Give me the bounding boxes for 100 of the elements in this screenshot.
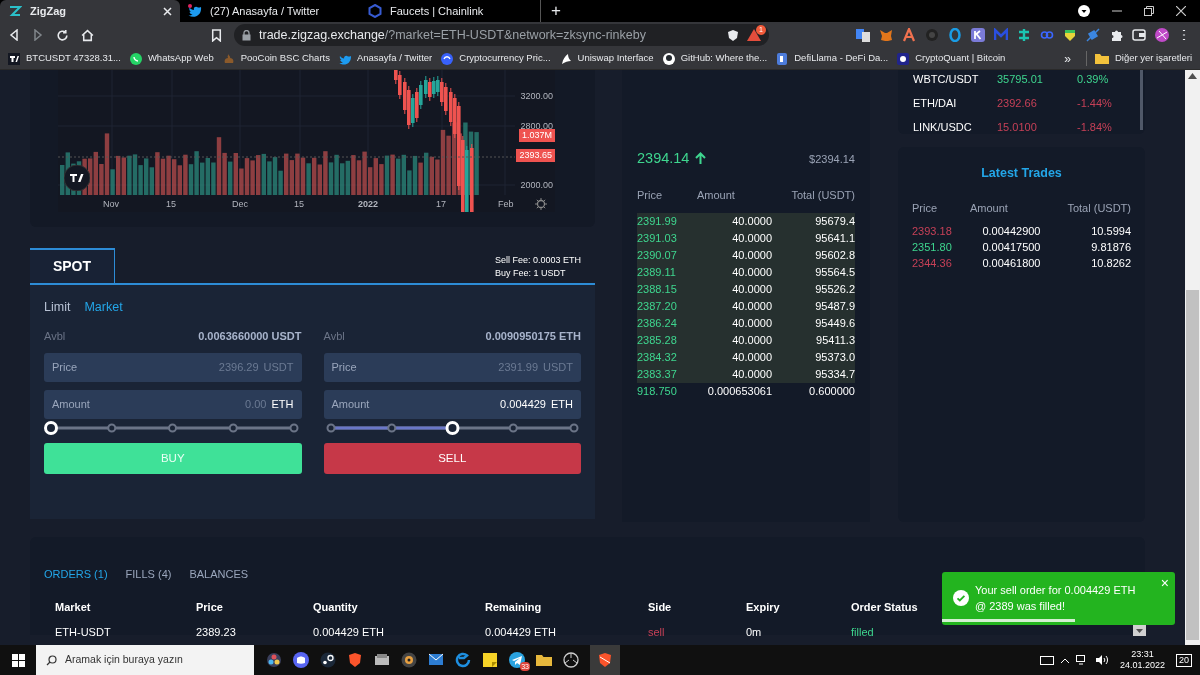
sell-button[interactable]: SELL bbox=[323, 443, 581, 474]
input-field[interactable]: Amount 0.00 ETH bbox=[44, 390, 302, 419]
clock-date[interactable]: 24.01.2022 bbox=[1119, 660, 1165, 671]
market-change: -1.84% bbox=[1077, 119, 1113, 135]
bookmark-link[interactable]: Uniswap Interface bbox=[559, 51, 654, 66]
puzzle-icon[interactable] bbox=[1109, 28, 1123, 42]
total-cell-text: 95487.9 bbox=[814, 299, 855, 314]
steam-logo-icon[interactable] bbox=[320, 652, 336, 668]
orders-tab[interactable]: FILLS (4) bbox=[125, 566, 172, 583]
chart-logo-icon bbox=[8, 52, 20, 65]
price-cell-text: 2393.18 bbox=[912, 224, 953, 240]
restore-icon[interactable] bbox=[1144, 6, 1154, 16]
bookmark-link[interactable]: CryptoQuant | Bitcoin bbox=[897, 51, 1006, 66]
profile-avatar-icon[interactable] bbox=[1155, 28, 1169, 42]
close-window-icon[interactable] bbox=[1176, 6, 1186, 16]
reload-icon[interactable] bbox=[56, 28, 69, 42]
disc-icon[interactable] bbox=[401, 652, 417, 668]
bookmark-link[interactable]: PooCoin BSC Charts bbox=[222, 51, 330, 66]
browser-edge-icon[interactable] bbox=[455, 652, 471, 668]
axis-label: 2000.00 bbox=[520, 179, 553, 192]
bookmark-link[interactable]: GitHub: Where the... bbox=[662, 51, 768, 66]
bookmark-link[interactable]: WhatsApp Web bbox=[129, 51, 214, 66]
bookmark-folder[interactable]: Diğer yer işaretleri bbox=[1085, 51, 1192, 66]
bookmark-link[interactable]: DefiLlama - DeFi Da... bbox=[776, 51, 889, 66]
last-price: 2394.14 bbox=[637, 149, 690, 168]
k-logo-icon[interactable] bbox=[971, 28, 985, 42]
total-cell-text: 10.8262 bbox=[1090, 256, 1131, 272]
last-price-usd: $2394.14 bbox=[809, 151, 855, 167]
wallet-icon[interactable] bbox=[1132, 28, 1146, 42]
amount-cell-text: 0.00417500 bbox=[981, 240, 1042, 256]
fox-icon[interactable] bbox=[879, 28, 893, 42]
speaker-icon[interactable] bbox=[1095, 655, 1109, 665]
notification-button[interactable]: 20 bbox=[1176, 653, 1192, 667]
bookmark-icon[interactable] bbox=[211, 28, 222, 42]
home-icon[interactable] bbox=[81, 28, 94, 42]
browser-tab[interactable]: ZigZag bbox=[0, 0, 180, 22]
table-cell-text: 2389.23 bbox=[196, 625, 237, 640]
taskbar-search-field[interactable]: Aramak için buraya yazın bbox=[36, 645, 254, 675]
three-dots-logo-icon[interactable] bbox=[266, 652, 282, 668]
price-cell-text: 2344.36 bbox=[912, 256, 953, 272]
more-bookmarks-button[interactable]: » bbox=[1064, 49, 1071, 68]
market-pair[interactable]: WBTC/USDT bbox=[913, 70, 997, 88]
input-field[interactable]: Price 2391.99 USDT bbox=[323, 353, 581, 382]
column-header: Expiry bbox=[746, 599, 781, 615]
keyboard-icon[interactable] bbox=[1039, 655, 1054, 665]
sticky-note-icon[interactable] bbox=[482, 652, 498, 668]
dropdown-icon[interactable] bbox=[1078, 5, 1090, 17]
tradingview-logo-icon[interactable] bbox=[64, 165, 90, 191]
chain-icon[interactable] bbox=[1040, 28, 1054, 42]
price-cell-text: 918.750 bbox=[637, 384, 678, 399]
scrollbar-thumb[interactable] bbox=[1186, 290, 1199, 640]
input-field[interactable]: Price 2396.29 USDT bbox=[44, 353, 302, 382]
settings-icon[interactable] bbox=[535, 198, 547, 210]
scroll-up-icon[interactable] bbox=[1188, 73, 1197, 79]
dollar-icon[interactable] bbox=[1017, 28, 1031, 42]
column-header: Order Status bbox=[851, 599, 919, 615]
hexagon-icon bbox=[368, 4, 382, 18]
total-cell-text: 95334.7 bbox=[814, 367, 855, 382]
a-shape-icon[interactable] bbox=[902, 28, 916, 42]
amount-cell-text: 0.00442900 bbox=[981, 224, 1042, 240]
folder-icon[interactable] bbox=[536, 652, 552, 668]
windows-logo-icon[interactable] bbox=[12, 653, 25, 667]
order-type-tab[interactable]: Limit bbox=[44, 297, 71, 317]
bookmark-link[interactable]: BTCUSDT 47328.31... bbox=[8, 51, 121, 66]
amount-cell-text: 0.00461800 bbox=[981, 256, 1042, 272]
slider[interactable] bbox=[44, 421, 301, 435]
column-header: Side bbox=[648, 599, 673, 615]
ring-icon[interactable] bbox=[948, 28, 962, 42]
total-cell-text: 95641.1 bbox=[814, 231, 855, 246]
shield-icon[interactable] bbox=[727, 28, 739, 42]
lock-icon bbox=[242, 29, 251, 41]
market-pair[interactable]: ETH/DAI bbox=[913, 94, 997, 112]
placeholder-text: Aramak için buraya yazın bbox=[65, 652, 183, 668]
table-cell-text: ETH-USDT bbox=[55, 625, 112, 640]
spot-tab[interactable]: SPOT bbox=[30, 248, 115, 283]
close-icon[interactable] bbox=[163, 6, 172, 16]
back-icon[interactable] bbox=[8, 29, 20, 41]
market-price: 2392.66 bbox=[997, 95, 1038, 111]
translate-icon[interactable] bbox=[856, 28, 870, 42]
forward-icon[interactable] bbox=[32, 29, 44, 41]
market-pair[interactable]: LINK/USDC bbox=[913, 118, 997, 136]
input-field[interactable]: Amount 0.004429 ETH bbox=[323, 390, 581, 419]
aperture-icon[interactable] bbox=[563, 652, 579, 668]
total-cell-text: 95679.4 bbox=[814, 214, 855, 229]
orders-tab[interactable]: ORDERS (1) bbox=[44, 566, 108, 583]
orders-tab[interactable]: BALANCES bbox=[189, 566, 249, 583]
drive-icon[interactable] bbox=[374, 652, 390, 668]
chevron-up-icon[interactable] bbox=[1060, 657, 1069, 663]
column-header: Amount bbox=[697, 187, 736, 203]
bookmark-link[interactable]: Anasayfa / Twitter bbox=[338, 51, 433, 66]
bookmark-link[interactable]: Cryptocurrency Pric... bbox=[441, 51, 551, 66]
triangle-icon[interactable] bbox=[747, 29, 761, 41]
chat-bubble-logo-icon[interactable] bbox=[293, 652, 309, 668]
mail-icon[interactable] bbox=[428, 652, 444, 668]
shield-badge-icon[interactable] bbox=[1063, 28, 1077, 42]
clock-time[interactable]: 23:31 bbox=[1131, 649, 1154, 660]
amount-cell-text: 40.0000 bbox=[731, 350, 773, 365]
scrollbar-thumb[interactable] bbox=[1140, 70, 1143, 130]
order-type-tab[interactable]: Market bbox=[84, 297, 123, 317]
satellite-icon[interactable] bbox=[1086, 28, 1100, 42]
